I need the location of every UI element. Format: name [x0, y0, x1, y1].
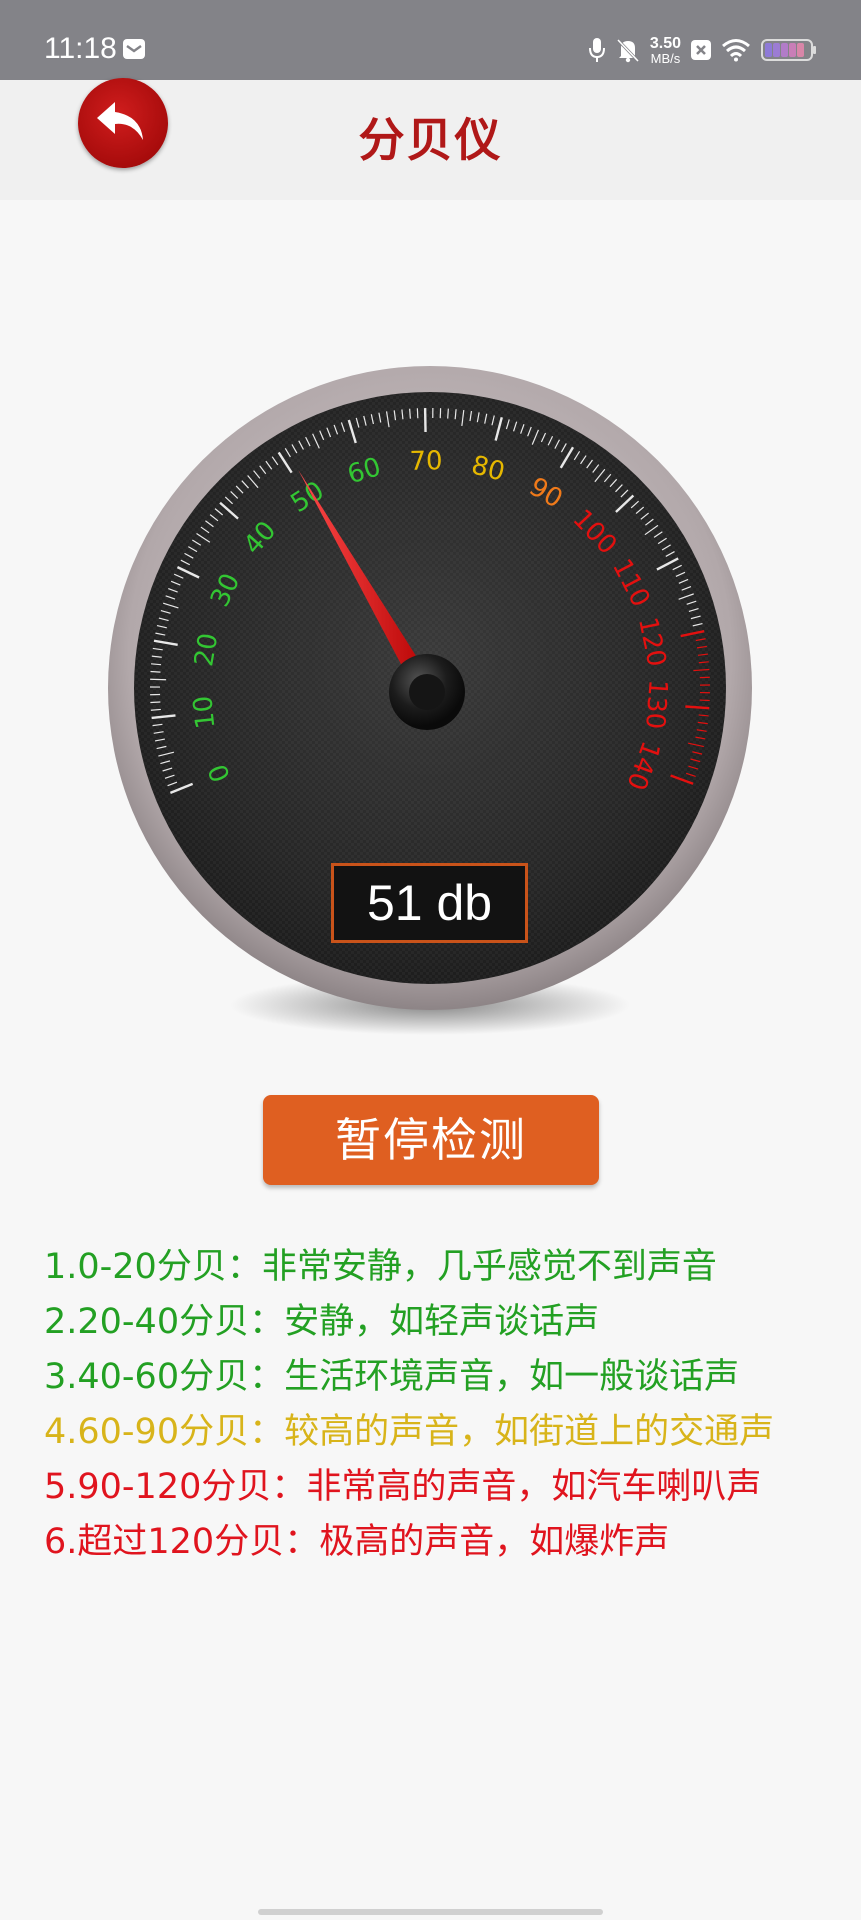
legend-item: 4.60-90分贝：较高的声音，如街道上的交通声	[44, 1412, 775, 1452]
gauge-minor-tick	[409, 408, 411, 419]
gauge-tick-label: 130	[639, 679, 673, 731]
home-indicator[interactable]	[258, 1909, 603, 1915]
legend-item: 5.90-120分贝：非常高的声音，如汽车喇叭声	[44, 1467, 762, 1507]
legend-item: 1.0-20分贝：非常安静，几乎感觉不到声音	[44, 1247, 717, 1287]
legend-item: 6.超过120分贝：极高的声音，如爆炸声	[44, 1522, 670, 1562]
gauge-minor-tick	[150, 670, 161, 673]
gauge-tick-label: 70	[409, 446, 443, 477]
gauge-minor-tick	[150, 701, 161, 704]
decibel-readout: 51 db	[331, 863, 528, 943]
decibel-legend: 1.0-20分贝：非常安静，几乎感觉不到声音 2.20-40分贝：安静，如轻声谈…	[44, 1240, 844, 1570]
pause-detection-button[interactable]: 暂停检测	[263, 1095, 599, 1185]
gauge-tick-label: 20	[189, 631, 224, 669]
gauge-minor-tick	[150, 708, 161, 711]
gauge-tick-label: 10	[188, 694, 221, 730]
legend-item: 2.20-40分贝：安静，如轻声谈话声	[44, 1302, 600, 1342]
gauge-minor-tick	[447, 408, 449, 419]
gauge-hub-center	[409, 674, 445, 710]
legend-item: 3.40-60分贝：生活环境声音，如一般谈话声	[44, 1357, 740, 1397]
